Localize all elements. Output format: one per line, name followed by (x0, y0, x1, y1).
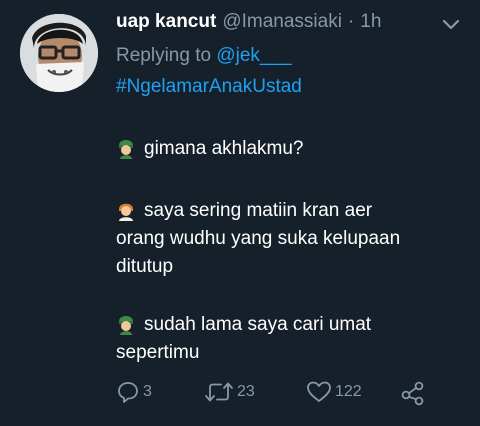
tweet-text-line: saya sering matiin kran aer (116, 200, 372, 222)
retweet-icon (205, 382, 233, 402)
user-handle[interactable]: @Imanassiaki (222, 11, 342, 33)
replying-mention-link[interactable]: @jek___ (216, 45, 291, 66)
tweet-text-q1: gimana akhlakmu? (144, 138, 304, 159)
reply-icon (118, 382, 138, 403)
tweet-text-line: gimana akhlakmu? (116, 138, 303, 160)
replying-to: Replying to @jek___ (116, 45, 292, 67)
reply-button[interactable]: 3 (116, 380, 152, 404)
tweet-text-line: ditutup (116, 256, 173, 278)
heart-icon (307, 381, 331, 402)
man-with-turban-emoji (119, 140, 133, 159)
share-icon (401, 381, 424, 406)
tweet-text-q2-line2: sepertimu (116, 342, 200, 363)
timestamp[interactable]: 1h (360, 11, 381, 33)
reply-count: 3 (143, 383, 152, 400)
avatar[interactable] (20, 14, 98, 92)
tweet-card[interactable]: uap kancut @Imanassiaki · 1h Replying to… (0, 0, 480, 426)
like-count: 122 (335, 383, 362, 400)
tweet-header: uap kancut @Imanassiaki · 1h (116, 11, 381, 37)
like-button[interactable]: 122 (306, 380, 362, 404)
retweet-button[interactable]: 23 (204, 380, 255, 404)
hashtag-link[interactable]: #NgelamarAnakUstad (116, 76, 302, 98)
tweet-text-a1-line1: saya sering matiin kran aer (144, 200, 373, 221)
tweet-actions: 3 23 122 (116, 380, 446, 406)
tweet-text-line: sudah lama saya cari umat (116, 314, 371, 336)
separator-dot: · (347, 11, 355, 32)
chevron-down-icon[interactable] (442, 19, 460, 31)
retweet-count: 23 (237, 383, 255, 400)
display-name[interactable]: uap kancut (116, 11, 216, 33)
tweet-text-line: sepertimu (116, 342, 199, 364)
man-with-turban-emoji (119, 316, 133, 335)
tweet-text-a1-line3: ditutup (116, 256, 174, 277)
replying-prefix: Replying to (116, 45, 217, 66)
tweet-text-line: orang wudhu yang suka kelupaan (116, 228, 400, 250)
tweet-text-q2-line1: sudah lama saya cari umat (144, 314, 372, 335)
share-button[interactable] (400, 380, 426, 406)
person-emoji (119, 203, 133, 221)
tweet-text-a1-line2: orang wudhu yang suka kelupaan (116, 228, 401, 249)
